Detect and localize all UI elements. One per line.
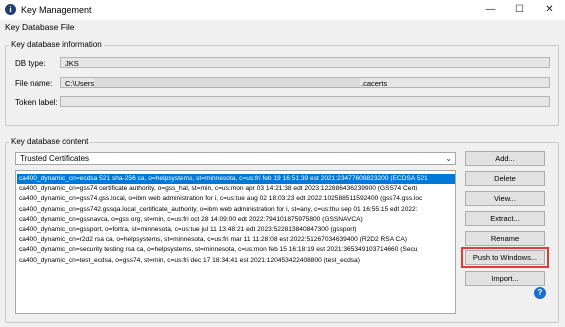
help-icon[interactable]: ?	[534, 287, 546, 299]
minimize-icon[interactable]: —	[476, 0, 505, 20]
window-title: Key Management	[21, 5, 92, 15]
token-label: Token label:	[15, 98, 58, 107]
chevron-down-icon: ⌄	[445, 154, 452, 163]
certificate-row[interactable]: ca400_dynamic_cn=gssport, o=fortra, st=m…	[17, 225, 455, 235]
db-type-label: DB type:	[15, 59, 46, 68]
content-legend: Key database content	[9, 137, 91, 146]
redacted-path	[94, 78, 360, 87]
certificate-row[interactable]: ca400_dynamic_cn=security testing rsa ca…	[17, 245, 455, 255]
certificate-row[interactable]: ca400_dynamic_cn=r2d2 rsa ca, o=helpsyst…	[17, 235, 455, 245]
add-button[interactable]: Add...	[465, 151, 545, 166]
certificate-row[interactable]: ca400_dynamic_cn=ecdsa 521 sha-256 ca, o…	[17, 174, 455, 184]
certificate-row[interactable]: ca400_dynamic_cn=gssnavca, o=gss org, st…	[17, 215, 455, 225]
certificate-list[interactable]: ca400_dynamic_cn=ecdsa 521 sha-256 ca, o…	[15, 170, 456, 314]
rename-button[interactable]: Rename	[465, 231, 545, 246]
certificate-row[interactable]: ca400_dynamic_cn=gss742.gssqa.local_cert…	[17, 205, 455, 215]
menu-bar	[0, 20, 565, 34]
close-icon[interactable]: ✕	[535, 0, 564, 20]
file-name-prefix: C:\Users	[65, 79, 95, 88]
menu-key-database-file[interactable]: Key Database File	[5, 22, 74, 32]
file-name-suffix: .cacerts	[361, 79, 388, 88]
delete-button[interactable]: Delete	[465, 171, 545, 186]
certificate-row[interactable]: ca400_dynamic_cn=test_ecdsa, o=gss74, st…	[17, 256, 455, 266]
token-field	[60, 96, 550, 107]
extract-button[interactable]: Extract...	[465, 211, 545, 226]
view-button[interactable]: View...	[465, 191, 545, 206]
maximize-icon[interactable]: ☐	[505, 0, 534, 20]
info-icon: i	[5, 4, 16, 15]
push-to-windows-button[interactable]: Push to Windows...	[465, 250, 545, 265]
certificate-row[interactable]: ca400_dynamic_cn=gss74 certificate autho…	[17, 184, 455, 194]
file-name-label: File name:	[15, 79, 53, 88]
info-legend: Key database information	[9, 40, 104, 49]
certificate-type-select[interactable]: Trusted Certificates ⌄	[15, 152, 456, 165]
certificate-type-value: Trusted Certificates	[20, 154, 90, 163]
certificate-row[interactable]: ca400_dynamic_cn=gss74.gss.local, o=ibm …	[17, 194, 455, 204]
db-type-field: JKS	[60, 57, 550, 68]
import-button[interactable]: Import...	[465, 271, 545, 286]
